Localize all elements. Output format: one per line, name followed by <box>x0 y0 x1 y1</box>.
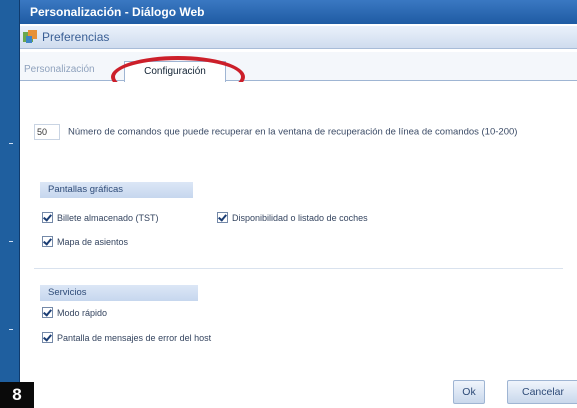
dialog-window: Personalización - Diálogo Web Preferenci… <box>20 0 577 408</box>
fast-mode-label: Modo rápido <box>57 307 108 318</box>
tab-configuracion[interactable]: Configuración <box>124 61 226 83</box>
checkbox-row[interactable]: Billete almacenado (TST) <box>42 212 159 223</box>
host-errors-label: Pantalla de mensajes de error del host <box>57 332 212 343</box>
command-limit-row: 50 Número de comandos que puede recuperar… <box>34 124 554 141</box>
cancel-button[interactable]: Cancelar <box>507 380 577 404</box>
divider <box>34 268 563 269</box>
margin-tick <box>9 329 13 330</box>
command-limit-label: Número de comandos que puede recuperar e… <box>68 126 518 138</box>
checkbox-stored-ticket[interactable] <box>42 212 53 223</box>
checkbox-car-availability[interactable] <box>217 212 228 223</box>
tab-bar: Personalización Configuración <box>20 52 577 83</box>
window-title: Personalización - Diálogo Web <box>20 0 577 24</box>
checkbox-host-errors[interactable] <box>42 332 53 343</box>
margin-tick <box>9 143 13 144</box>
preferences-header: Preferencias <box>20 26 577 49</box>
checkbox-row[interactable]: Modo rápido <box>42 307 107 318</box>
left-margin <box>0 0 20 408</box>
car-availability-label: Disponibilidad o listado de coches <box>232 212 368 223</box>
preferences-title: Preferencias <box>42 30 110 44</box>
services-header: Servicios <box>40 285 198 301</box>
command-limit-input[interactable]: 50 <box>34 124 60 140</box>
tab-personalizacion[interactable]: Personalización <box>24 60 95 80</box>
checkbox-seat-map[interactable] <box>42 236 53 247</box>
settings-panel: 50 Número de comandos que puede recuperar… <box>20 82 577 408</box>
seat-map-label: Mapa de asientos <box>57 236 129 247</box>
checkbox-row[interactable]: Disponibilidad o listado de coches <box>217 212 368 223</box>
checkbox-fast-mode[interactable] <box>42 307 53 318</box>
graphic-panels-header: Pantallas gráficas <box>40 182 193 198</box>
checkbox-row[interactable]: Mapa de asientos <box>42 236 128 247</box>
step-number-badge: 8 <box>0 382 34 408</box>
margin-tick <box>9 241 13 242</box>
ok-button[interactable]: Ok <box>453 380 485 404</box>
preferences-icon <box>23 30 37 43</box>
checkbox-row[interactable]: Pantalla de mensajes de error del host <box>42 332 211 343</box>
stored-ticket-label: Billete almacenado (TST) <box>57 212 159 223</box>
